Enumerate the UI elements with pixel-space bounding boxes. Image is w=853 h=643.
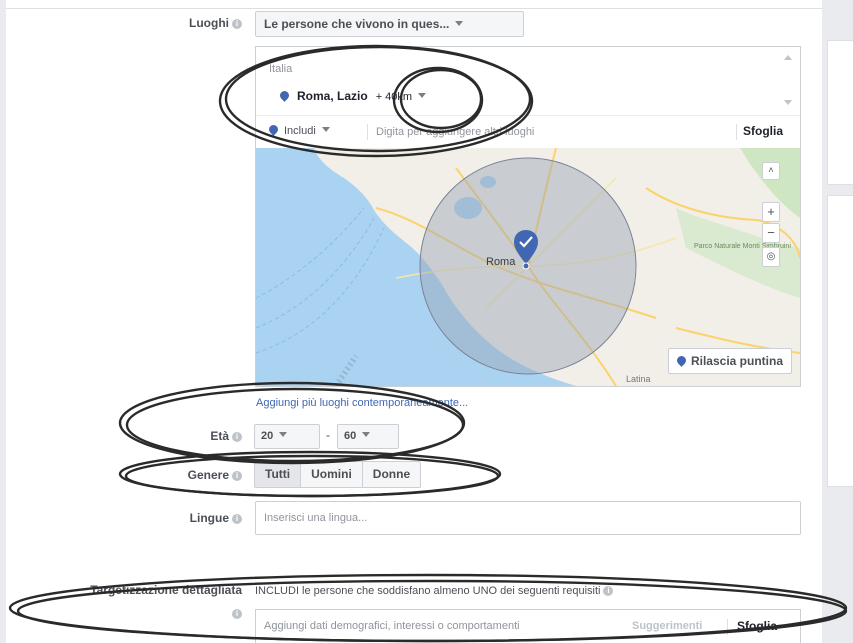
detailed-targeting-info: i — [229, 606, 242, 620]
info-icon[interactable]: i — [232, 432, 242, 442]
chevron-down-icon — [321, 127, 330, 132]
chevron-down-icon — [418, 93, 427, 98]
section-divider — [6, 8, 822, 9]
suggestions-button[interactable]: Suggerimenti — [632, 620, 702, 632]
gender-segmented-control: Tutti Uomini Donne — [254, 461, 422, 488]
locations-audience-select[interactable]: Le persone che vivono in ques... — [255, 11, 524, 37]
divider — [727, 619, 728, 635]
language-input[interactable] — [255, 501, 801, 535]
scroll-down-icon[interactable] — [784, 100, 792, 105]
include-exclude-select[interactable]: Includi — [267, 123, 330, 137]
location-search-input[interactable] — [376, 122, 716, 142]
gender-option-men[interactable]: Uomini — [301, 462, 363, 487]
divider — [367, 124, 368, 140]
map-town-label: Latina — [626, 374, 651, 384]
info-icon[interactable]: i — [232, 19, 242, 29]
age-min-select[interactable]: 20 — [254, 424, 320, 449]
browse-targeting-button[interactable]: Sfoglia — [737, 619, 777, 633]
zoom-in-button[interactable]: + — [762, 202, 780, 222]
side-panel-card — [827, 40, 853, 185]
detailed-targeting-label: Targetizzazione dettagliata — [90, 583, 242, 597]
recenter-icon[interactable]: ◎ — [762, 247, 780, 267]
locations-label: Luoghi i — [189, 16, 242, 30]
chevron-down-icon — [362, 432, 371, 437]
gender-option-women[interactable]: Donne — [363, 462, 420, 487]
selected-location-item[interactable]: Roma, Lazio + 40km — [278, 89, 427, 103]
detailed-targeting-field: Suggerimenti Sfoglia — [255, 609, 801, 643]
drop-pin-button[interactable]: Rilascia puntina — [667, 348, 792, 374]
info-icon[interactable]: i — [232, 609, 242, 619]
gender-option-all[interactable]: Tutti — [255, 462, 302, 487]
detailed-targeting-input[interactable] — [257, 616, 617, 636]
languages-label: Lingue i — [190, 511, 242, 525]
location-pin-icon — [267, 123, 280, 136]
location-pin-icon — [675, 354, 688, 367]
collapse-map-control[interactable]: ˄ — [762, 162, 780, 180]
age-label: Età i — [210, 429, 242, 443]
page-frame-left — [0, 0, 6, 643]
location-search-row: Includi Sfoglia — [256, 115, 800, 148]
country-heading: Italia — [269, 63, 293, 75]
info-icon[interactable]: i — [232, 471, 242, 481]
scroll-up-icon[interactable] — [784, 55, 792, 60]
list-scrollbar[interactable] — [784, 55, 794, 105]
locations-panel: Italia Roma, Lazio + 40km Includi Sfoglia — [255, 46, 801, 387]
info-icon[interactable]: i — [603, 586, 614, 596]
selected-locations-list: Italia Roma, Lazio + 40km — [256, 47, 800, 115]
chevron-down-icon — [455, 21, 464, 26]
side-panel-card — [827, 195, 853, 487]
location-map[interactable]: Roma Latina Parco Naturale Monti Simbrui… — [256, 148, 800, 386]
add-multiple-locations-link[interactable]: Aggiungi più luoghi contemporaneamente..… — [256, 397, 468, 409]
detailed-targeting-description: INCLUDI le persone che soddisfano almeno… — [255, 585, 614, 597]
radius-select[interactable]: + 40km — [376, 91, 427, 103]
age-range-separator: - — [326, 428, 330, 442]
map-city-label: Roma — [486, 256, 516, 268]
location-pin-icon — [278, 89, 291, 102]
browse-locations-button[interactable]: Sfoglia — [743, 124, 783, 138]
zoom-out-button[interactable]: − — [762, 223, 780, 243]
info-icon[interactable]: i — [232, 514, 242, 524]
chevron-down-icon — [279, 432, 288, 437]
location-name: Roma, Lazio — [297, 89, 368, 103]
age-max-select[interactable]: 60 — [337, 424, 399, 449]
divider — [736, 124, 737, 140]
gender-label: Genere i — [188, 468, 242, 482]
